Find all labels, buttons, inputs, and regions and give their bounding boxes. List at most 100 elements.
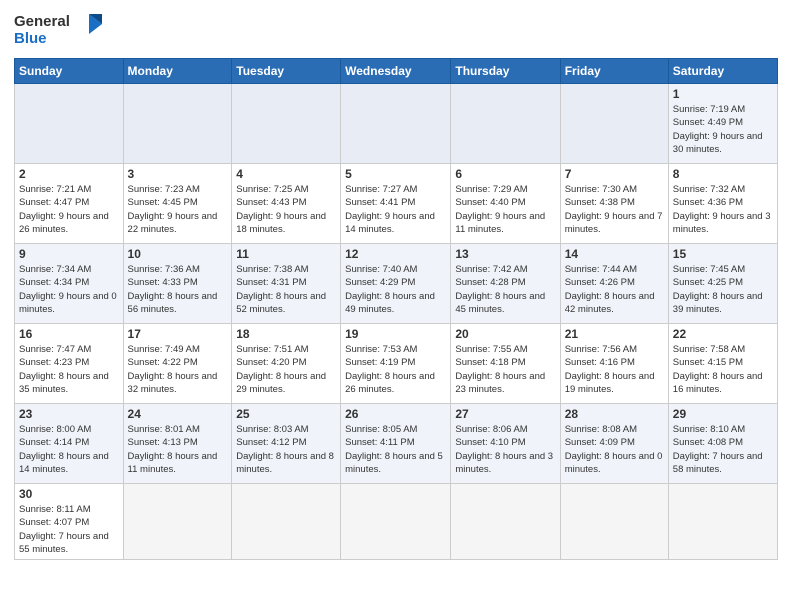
calendar-cell: 13Sunrise: 7:42 AM Sunset: 4:28 PM Dayli… bbox=[451, 244, 560, 324]
weekday-header-saturday: Saturday bbox=[668, 59, 777, 84]
day-number: 8 bbox=[673, 167, 773, 181]
calendar-cell bbox=[341, 84, 451, 164]
weekday-header-row: SundayMondayTuesdayWednesdayThursdayFrid… bbox=[15, 59, 778, 84]
calendar-cell bbox=[15, 84, 124, 164]
day-info: Sunrise: 7:19 AM Sunset: 4:49 PM Dayligh… bbox=[673, 103, 773, 156]
calendar-cell: 30 Sunrise: 8:11 AM Sunset: 4:07 PM Dayli… bbox=[15, 484, 124, 560]
calendar-cell bbox=[123, 84, 232, 164]
calendar-cell: 7Sunrise: 7:30 AM Sunset: 4:38 PM Daylig… bbox=[560, 164, 668, 244]
day-info: Sunrise: 7:32 AM Sunset: 4:36 PM Dayligh… bbox=[673, 183, 773, 236]
weekday-header-thursday: Thursday bbox=[451, 59, 560, 84]
day-number: 1 bbox=[673, 87, 773, 101]
weekday-header-monday: Monday bbox=[123, 59, 232, 84]
day-number: 22 bbox=[673, 327, 773, 341]
day-info: Sunrise: 8:06 AM Sunset: 4:10 PM Dayligh… bbox=[455, 423, 555, 476]
calendar-cell: 1 Sunrise: 7:19 AM Sunset: 4:49 PM Daylig… bbox=[668, 84, 777, 164]
generalblue-logo: General Blue bbox=[14, 10, 104, 50]
svg-text:General: General bbox=[14, 13, 70, 30]
day-info: Sunrise: 7:30 AM Sunset: 4:38 PM Dayligh… bbox=[565, 183, 664, 236]
calendar-cell: 19 Sunrise: 7:53 AM Sunset: 4:19 PM Dayli… bbox=[341, 324, 451, 404]
weekday-header-wednesday: Wednesday bbox=[341, 59, 451, 84]
day-info: Sunrise: 7:34 AM Sunset: 4:34 PM Dayligh… bbox=[19, 263, 119, 316]
calendar-week-1: 1 Sunrise: 7:19 AM Sunset: 4:49 PM Daylig… bbox=[15, 84, 778, 164]
day-info: Sunrise: 7:51 AM Sunset: 4:20 PM Dayligh… bbox=[236, 343, 336, 396]
calendar-cell: 16 Sunrise: 7:47 AM Sunset: 4:23 PM Dayli… bbox=[15, 324, 124, 404]
calendar-cell: 24 Sunrise: 8:01 AM Sunset: 4:13 PM Dayli… bbox=[123, 404, 232, 484]
day-number: 27 bbox=[455, 407, 555, 421]
calendar-cell bbox=[232, 484, 341, 560]
calendar-table: SundayMondayTuesdayWednesdayThursdayFrid… bbox=[14, 58, 778, 560]
day-info: Sunrise: 7:56 AM Sunset: 4:16 PM Dayligh… bbox=[565, 343, 664, 396]
calendar-cell: 27 Sunrise: 8:06 AM Sunset: 4:10 PM Dayli… bbox=[451, 404, 560, 484]
calendar-week-2: 2 Sunrise: 7:21 AM Sunset: 4:47 PM Daylig… bbox=[15, 164, 778, 244]
day-info: Sunrise: 7:49 AM Sunset: 4:22 PM Dayligh… bbox=[128, 343, 228, 396]
day-number: 4 bbox=[236, 167, 336, 181]
day-info: Sunrise: 8:08 AM Sunset: 4:09 PM Dayligh… bbox=[565, 423, 664, 476]
day-info: Sunrise: 7:45 AM Sunset: 4:25 PM Dayligh… bbox=[673, 263, 773, 316]
day-info: Sunrise: 7:38 AM Sunset: 4:31 PM Dayligh… bbox=[236, 263, 336, 316]
calendar-week-4: 16 Sunrise: 7:47 AM Sunset: 4:23 PM Dayli… bbox=[15, 324, 778, 404]
day-info: Sunrise: 8:03 AM Sunset: 4:12 PM Dayligh… bbox=[236, 423, 336, 476]
calendar-cell: 6 Sunrise: 7:29 AM Sunset: 4:40 PM Daylig… bbox=[451, 164, 560, 244]
day-number: 23 bbox=[19, 407, 119, 421]
day-number: 28 bbox=[565, 407, 664, 421]
day-number: 30 bbox=[19, 487, 119, 501]
day-info: Sunrise: 7:29 AM Sunset: 4:40 PM Dayligh… bbox=[455, 183, 555, 236]
day-number: 16 bbox=[19, 327, 119, 341]
logo: General Blue bbox=[14, 10, 104, 50]
calendar-cell bbox=[668, 484, 777, 560]
calendar-cell: 5 Sunrise: 7:27 AM Sunset: 4:41 PM Daylig… bbox=[341, 164, 451, 244]
day-info: Sunrise: 7:42 AM Sunset: 4:28 PM Dayligh… bbox=[455, 263, 555, 316]
day-number: 25 bbox=[236, 407, 336, 421]
calendar-cell: 21Sunrise: 7:56 AM Sunset: 4:16 PM Dayli… bbox=[560, 324, 668, 404]
day-info: Sunrise: 8:01 AM Sunset: 4:13 PM Dayligh… bbox=[128, 423, 228, 476]
calendar-cell: 11 Sunrise: 7:38 AM Sunset: 4:31 PM Dayli… bbox=[232, 244, 341, 324]
day-number: 11 bbox=[236, 247, 336, 261]
day-info: Sunrise: 7:53 AM Sunset: 4:19 PM Dayligh… bbox=[345, 343, 446, 396]
calendar-cell bbox=[560, 484, 668, 560]
day-number: 2 bbox=[19, 167, 119, 181]
page: General Blue SundayMondayTuesdayWednesda… bbox=[0, 0, 792, 612]
day-number: 3 bbox=[128, 167, 228, 181]
calendar-cell bbox=[451, 484, 560, 560]
day-info: Sunrise: 7:55 AM Sunset: 4:18 PM Dayligh… bbox=[455, 343, 555, 396]
weekday-header-sunday: Sunday bbox=[15, 59, 124, 84]
calendar-cell: 20Sunrise: 7:55 AM Sunset: 4:18 PM Dayli… bbox=[451, 324, 560, 404]
weekday-header-friday: Friday bbox=[560, 59, 668, 84]
calendar-cell: 2 Sunrise: 7:21 AM Sunset: 4:47 PM Daylig… bbox=[15, 164, 124, 244]
calendar-cell bbox=[232, 84, 341, 164]
day-number: 24 bbox=[128, 407, 228, 421]
day-number: 5 bbox=[345, 167, 446, 181]
day-number: 6 bbox=[455, 167, 555, 181]
calendar-cell: 17 Sunrise: 7:49 AM Sunset: 4:22 PM Dayli… bbox=[123, 324, 232, 404]
calendar-cell bbox=[341, 484, 451, 560]
calendar-cell: 18Sunrise: 7:51 AM Sunset: 4:20 PM Dayli… bbox=[232, 324, 341, 404]
day-number: 15 bbox=[673, 247, 773, 261]
calendar-cell: 4Sunrise: 7:25 AM Sunset: 4:43 PM Daylig… bbox=[232, 164, 341, 244]
calendar-cell bbox=[560, 84, 668, 164]
calendar-week-5: 23Sunrise: 8:00 AM Sunset: 4:14 PM Dayli… bbox=[15, 404, 778, 484]
calendar-cell: 12Sunrise: 7:40 AM Sunset: 4:29 PM Dayli… bbox=[341, 244, 451, 324]
day-number: 19 bbox=[345, 327, 446, 341]
day-info: Sunrise: 7:47 AM Sunset: 4:23 PM Dayligh… bbox=[19, 343, 119, 396]
calendar-cell: 8 Sunrise: 7:32 AM Sunset: 4:36 PM Daylig… bbox=[668, 164, 777, 244]
calendar-cell bbox=[123, 484, 232, 560]
calendar-week-6: 30 Sunrise: 8:11 AM Sunset: 4:07 PM Dayli… bbox=[15, 484, 778, 560]
svg-text:Blue: Blue bbox=[14, 30, 47, 47]
day-info: Sunrise: 8:05 AM Sunset: 4:11 PM Dayligh… bbox=[345, 423, 446, 476]
day-info: Sunrise: 8:11 AM Sunset: 4:07 PM Dayligh… bbox=[19, 503, 119, 556]
calendar-week-3: 9Sunrise: 7:34 AM Sunset: 4:34 PM Daylig… bbox=[15, 244, 778, 324]
day-number: 26 bbox=[345, 407, 446, 421]
day-info: Sunrise: 7:36 AM Sunset: 4:33 PM Dayligh… bbox=[128, 263, 228, 316]
day-info: Sunrise: 7:58 AM Sunset: 4:15 PM Dayligh… bbox=[673, 343, 773, 396]
day-number: 10 bbox=[128, 247, 228, 261]
day-info: Sunrise: 7:44 AM Sunset: 4:26 PM Dayligh… bbox=[565, 263, 664, 316]
day-number: 17 bbox=[128, 327, 228, 341]
calendar-cell: 26 Sunrise: 8:05 AM Sunset: 4:11 PM Dayli… bbox=[341, 404, 451, 484]
day-info: Sunrise: 7:40 AM Sunset: 4:29 PM Dayligh… bbox=[345, 263, 446, 316]
calendar-cell: 14Sunrise: 7:44 AM Sunset: 4:26 PM Dayli… bbox=[560, 244, 668, 324]
day-info: Sunrise: 7:27 AM Sunset: 4:41 PM Dayligh… bbox=[345, 183, 446, 236]
header: General Blue bbox=[14, 10, 778, 50]
day-info: Sunrise: 7:21 AM Sunset: 4:47 PM Dayligh… bbox=[19, 183, 119, 236]
weekday-header-tuesday: Tuesday bbox=[232, 59, 341, 84]
